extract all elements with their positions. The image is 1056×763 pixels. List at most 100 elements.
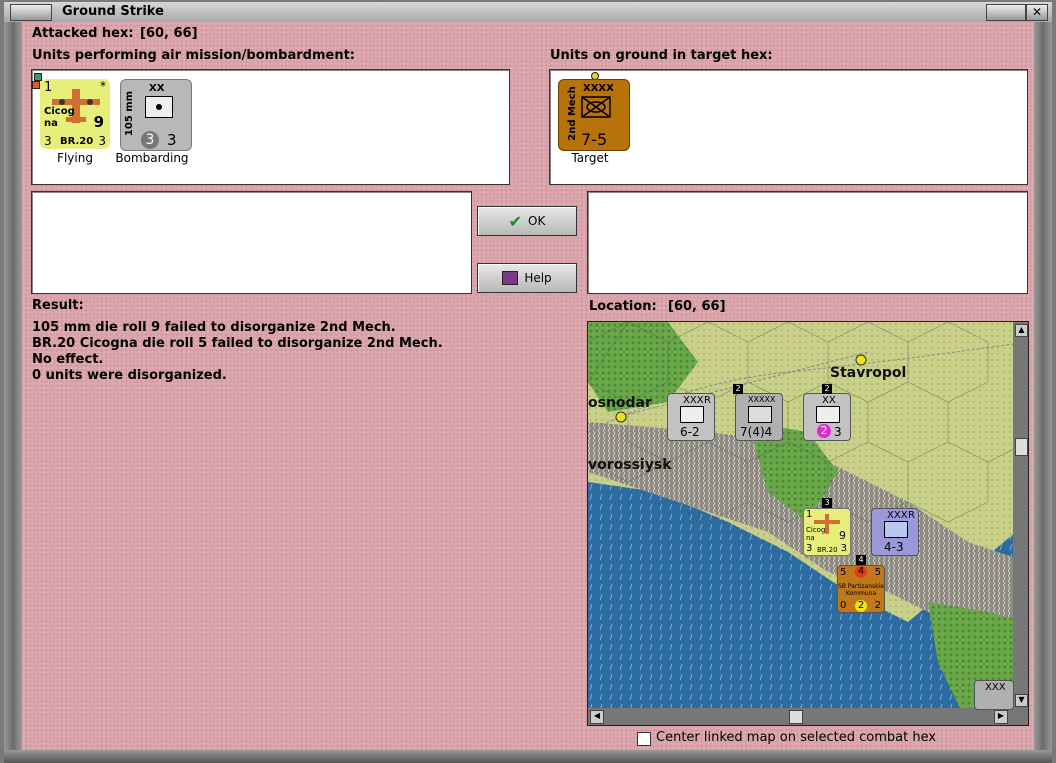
ground-units-list[interactable]: 2nd Mech XXXX 7-5 Target (549, 69, 1028, 185)
city-label-novorossiysk: vorossiysk (588, 457, 672, 473)
arrow-up-icon: ▲ (1018, 325, 1025, 334)
arrow-left-icon: ◀ (593, 711, 601, 720)
counter-size-label: XXX (985, 682, 1006, 693)
help-book-icon (502, 271, 519, 285)
scroll-up-button[interactable]: ▲ (1015, 324, 1028, 337)
counter-size-label: XXXXX (748, 395, 776, 404)
counter-top-right: 5 (874, 567, 881, 578)
counter-highlight-value: 2 (817, 424, 831, 438)
air-units-heading: Units performing air mission/bombardment… (32, 48, 356, 63)
unit-bottom-right: 3 (167, 131, 177, 149)
counter-model: BR.20 (817, 546, 838, 554)
counter-top-left: 5 (840, 567, 847, 578)
result-line: No effect. (32, 352, 104, 367)
stack-count: 2 (822, 384, 832, 394)
counter-corner-label: R (908, 510, 915, 521)
map-counter-corps-4-3[interactable]: XXX R 4-3 (871, 508, 919, 556)
arrow-right-icon: ▶ (997, 711, 1005, 720)
title-bar[interactable]: Ground Strike ✕ (4, 2, 1052, 23)
bottom-frame (4, 750, 1052, 763)
mini-map[interactable]: Stavropol osnodar vorossiysk XXX R 6-2 2… (587, 321, 1029, 726)
close-button[interactable]: ✕ (1026, 4, 1048, 21)
result-heading: Result: (32, 298, 84, 313)
unit-size-label: XXXX (583, 83, 614, 94)
air-message-box[interactable] (31, 191, 472, 294)
result-line: 105 mm die roll 9 failed to disorganize … (32, 320, 396, 335)
attacked-hex-value: [60, 66] (140, 26, 198, 41)
counter-name-line1: Cicog (806, 526, 826, 534)
window-title: Ground Strike (62, 4, 164, 19)
unit-strength: 9 (93, 113, 104, 131)
counter-top-mid: 4 (855, 566, 867, 578)
close-icon: ✕ (1031, 5, 1043, 19)
map-counter-br20[interactable]: 3 1 Cicog na 9 3 BR.20 3 (803, 498, 851, 556)
counter-value: 3 (834, 425, 842, 439)
counter-size-label: XX (822, 395, 836, 406)
stack-count: 3 (822, 498, 832, 508)
vertical-scroll-thumb[interactable] (1015, 438, 1028, 456)
city-label-stavropol: Stavropol (830, 365, 907, 381)
artillery-symbol-icon (145, 96, 173, 118)
stack-count: 4 (856, 555, 866, 565)
unit-symbol-icon (748, 406, 772, 423)
attacked-hex-label: Attacked hex: (32, 26, 134, 41)
status-marker (32, 81, 40, 89)
unit-bottom-left: 3 (44, 134, 52, 148)
counter-size-label: XXX (683, 395, 704, 406)
ground-units-heading: Units on ground in target hex: (550, 48, 773, 63)
arrow-down-icon: ▼ (1018, 695, 1025, 704)
counter-name-line2: Kommuna (845, 590, 877, 597)
stack-count: 2 (733, 384, 743, 394)
unit-bottom-right: 3 (98, 134, 106, 148)
center-map-checkbox[interactable] (637, 732, 651, 746)
air-units-list[interactable]: 1 * Cicog na 9 3 BR.20 3 Flying 105 mm X… (31, 69, 510, 185)
result-line: BR.20 Cicogna die roll 5 failed to disor… (32, 336, 443, 351)
location-label: Location: (589, 299, 657, 314)
counter-bottom-right: 2 (874, 600, 881, 611)
counter-name-line2: na (806, 534, 815, 542)
ground-message-box[interactable] (587, 191, 1028, 294)
map-counter-partial[interactable]: XXX (974, 680, 1014, 710)
help-button[interactable]: Help (477, 263, 577, 293)
checkmark-icon: ✔ (508, 211, 523, 231)
ok-button[interactable]: ✔ OK (477, 206, 577, 236)
counter-size-label: XXX (887, 510, 908, 521)
unit-symbol-icon (816, 406, 840, 423)
unit-combat-value: 7-5 (581, 130, 608, 149)
help-button-label: Help (524, 271, 552, 285)
system-menu-button[interactable] (10, 4, 52, 21)
ok-button-label: OK (528, 214, 546, 228)
unit-bottom-left: 3 (141, 131, 159, 149)
map-counter-army[interactable]: 2 XXXXX 7(4)4 (733, 384, 783, 441)
maximize-button[interactable] (986, 4, 1026, 21)
counter-bottom-left: 3 (806, 543, 813, 554)
scroll-right-button[interactable]: ▶ (994, 710, 1008, 724)
ground-unit-caption-target: Target (571, 151, 609, 165)
horizontal-scroll-thumb[interactable] (789, 710, 803, 724)
scroll-left-button[interactable]: ◀ (590, 710, 604, 724)
left-frame (4, 22, 22, 750)
unit-side-label: 2nd Mech (566, 86, 578, 141)
unit-side-label: 105 mm (124, 90, 136, 137)
counter-value: 7(4)4 (740, 425, 773, 439)
counter-bottom-left: 0 (840, 600, 847, 611)
artillery-counter-105mm[interactable]: 105 mm XX 3 3 (120, 79, 192, 151)
unit-symbol-icon (680, 406, 704, 423)
center-map-checkbox-label[interactable]: Center linked map on selected combat hex (656, 730, 936, 745)
air-unit-caption-bombarding: Bombarding (115, 151, 189, 165)
counter-bottom-right: 3 (840, 543, 847, 554)
ground-unit-counter-2nd-mech[interactable]: 2nd Mech XXXX 7-5 (558, 79, 630, 151)
unit-name-line1: Cicog (44, 106, 75, 117)
counter-strength: 9 (839, 529, 846, 542)
city-label-krasnodar: osnodar (588, 395, 652, 411)
scroll-down-button[interactable]: ▼ (1015, 694, 1028, 707)
counter-name-line1: SB Partizanskie (838, 583, 884, 590)
air-unit-counter-br20[interactable]: 1 * Cicog na 9 3 BR.20 3 (32, 73, 110, 149)
mechanized-symbol-icon (581, 96, 611, 118)
map-counter-partisans[interactable]: 4 5 4 5 SB Partizanskie Kommuna 0 2 2 (837, 555, 885, 613)
map-counter-division[interactable]: 2 XX 2 3 (803, 384, 851, 441)
status-marker (34, 73, 42, 81)
ground-strike-window: Ground Strike ✕ Attacked hex: [60, 66] U… (0, 0, 1056, 763)
map-counter-infantry-corps[interactable]: XXX R 6-2 (667, 393, 715, 441)
result-line: 0 units were disorganized. (32, 368, 227, 383)
